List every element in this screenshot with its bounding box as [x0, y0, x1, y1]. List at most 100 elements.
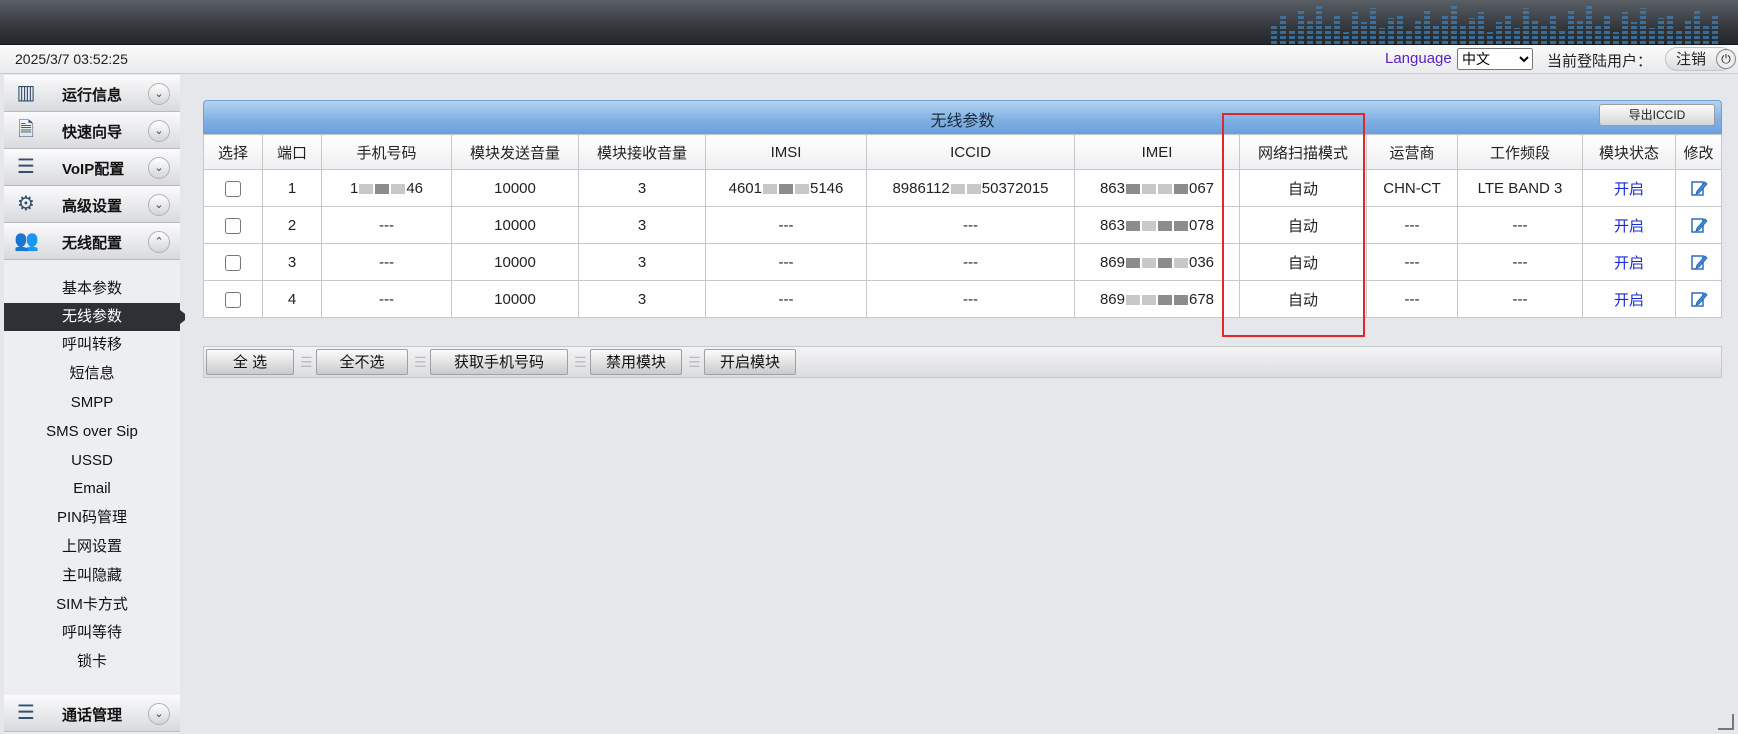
- row-checkbox-cell[interactable]: [203, 243, 263, 281]
- edit-icon[interactable]: [1690, 216, 1708, 234]
- carrier-cell: ---: [1366, 206, 1458, 244]
- edit-cell[interactable]: [1675, 243, 1722, 281]
- action-toolbar: 全 选 ☰ 全不选 ☰ 获取手机号码 ☰ 禁用模块 ☰ 开启模块: [203, 346, 1722, 378]
- chevron-down-icon[interactable]: ⌄: [148, 157, 170, 179]
- panel-header: 无线参数 导出ICCID: [203, 100, 1722, 134]
- main-content: 无线参数 导出ICCID 选择 端口 手机号码 模块发送音量 模块接收音量 IM…: [185, 80, 1738, 734]
- sidebar-item-email[interactable]: Email: [4, 475, 180, 503]
- menu-running-info[interactable]: ▥ 运行信息 ⌄: [4, 75, 180, 112]
- imei-prefix: 863: [1099, 179, 1125, 197]
- edit-cell[interactable]: [1675, 169, 1722, 207]
- edit-cell[interactable]: [1675, 206, 1722, 244]
- port-cell: 4: [262, 280, 322, 318]
- module-state-cell[interactable]: 开启: [1582, 243, 1676, 281]
- select-all-button[interactable]: 全 选: [206, 349, 294, 375]
- sidebar-item-basic-params[interactable]: 基本参数: [4, 275, 180, 303]
- iccid-cell: 8986112 50372015: [866, 169, 1075, 207]
- scan-mode-cell: 自动: [1239, 206, 1367, 244]
- imei-cell: 869 036: [1074, 243, 1240, 281]
- sidebar-item-sms[interactable]: 短信息: [4, 360, 180, 388]
- chevron-up-icon[interactable]: ⌃: [148, 231, 170, 253]
- menu-quick-guide[interactable]: 🗎 快速向导 ⌄: [4, 112, 180, 149]
- menu-wireless-config[interactable]: 👥 无线配置 ⌃: [4, 223, 180, 260]
- sidebar-item-smpp[interactable]: SMPP: [4, 389, 180, 417]
- masked-block: [1174, 220, 1188, 231]
- masked-block: [1126, 183, 1140, 194]
- phone-cell: ---: [321, 280, 452, 318]
- masked-block: [1142, 257, 1156, 268]
- language-select[interactable]: 中文: [1457, 48, 1533, 70]
- menu-call-management[interactable]: ☰ 通话管理 ⌄: [4, 695, 180, 732]
- chevron-down-icon[interactable]: ⌄: [148, 120, 170, 142]
- sidebar-item-pin[interactable]: PIN码管理: [4, 504, 180, 532]
- toolbar-separator: ☰: [688, 354, 701, 370]
- masked-block: [1142, 294, 1156, 305]
- sidebar-item-sms-over-sip[interactable]: SMS over Sip: [4, 418, 180, 446]
- table-row: 4 --- 10000 3 --- --- 869 678 自动 --- --- …: [203, 280, 1722, 318]
- menu-label: VoIP配置: [62, 161, 125, 178]
- chevron-down-icon[interactable]: ⌄: [148, 83, 170, 105]
- toolbar-separator: ☰: [300, 354, 313, 370]
- document-icon: 🗎: [17, 119, 35, 141]
- gear-icon: ⚙: [17, 193, 35, 215]
- power-icon[interactable]: ⏻: [1716, 49, 1736, 69]
- enable-module-button[interactable]: 开启模块: [704, 349, 796, 375]
- sidebar-item-lock-card[interactable]: 锁卡: [4, 648, 180, 676]
- sidebar-item-call-forward[interactable]: 呼叫转移: [4, 331, 180, 359]
- row-checkbox-cell[interactable]: [203, 206, 263, 244]
- masked-block: [1126, 257, 1140, 268]
- masked-block: [391, 183, 406, 194]
- sidebar-item-wireless-params[interactable]: 无线参数: [4, 303, 189, 331]
- imei-prefix: 869: [1099, 290, 1125, 308]
- module-state-cell[interactable]: 开启: [1582, 280, 1676, 318]
- chevron-down-icon[interactable]: ⌄: [148, 703, 170, 725]
- masked-block: [950, 183, 965, 194]
- select-none-button[interactable]: 全不选: [316, 349, 408, 375]
- row-checkbox-cell[interactable]: [203, 169, 263, 207]
- export-iccid-button[interactable]: 导出ICCID: [1599, 104, 1715, 126]
- imei-suffix: 067: [1189, 179, 1215, 197]
- scan-mode-cell: 自动: [1239, 280, 1367, 318]
- resize-grip-icon[interactable]: [1718, 714, 1734, 730]
- row-checkbox[interactable]: [225, 254, 241, 271]
- disable-module-button[interactable]: 禁用模块: [590, 349, 682, 375]
- sidebar-item-caller-hide[interactable]: 主叫隐藏: [4, 562, 180, 590]
- row-checkbox-cell[interactable]: [203, 280, 263, 318]
- sidebar-item-internet[interactable]: 上网设置: [4, 533, 180, 561]
- row-checkbox[interactable]: [225, 291, 241, 308]
- menu-label: 通话管理: [62, 707, 123, 724]
- col-iccid: ICCID: [866, 134, 1075, 170]
- sidebar-item-sim-mode[interactable]: SIM卡方式: [4, 591, 180, 619]
- masked-block: [1158, 183, 1172, 194]
- tx-volume-cell: 10000: [451, 243, 579, 281]
- masked-block: [1174, 183, 1188, 194]
- masked-block: [779, 183, 793, 194]
- port-cell: 2: [262, 206, 322, 244]
- edit-cell[interactable]: [1675, 280, 1722, 318]
- module-state-cell[interactable]: 开启: [1582, 169, 1676, 207]
- edit-icon[interactable]: [1690, 290, 1708, 308]
- sidebar-item-call-waiting[interactable]: 呼叫等待: [4, 619, 180, 647]
- row-checkbox[interactable]: [225, 217, 241, 234]
- col-port: 端口: [262, 134, 322, 170]
- band-cell: LTE BAND 3: [1457, 169, 1583, 207]
- chevron-down-icon[interactable]: ⌄: [148, 194, 170, 216]
- masked-block: [1142, 183, 1156, 194]
- menu-advanced-settings[interactable]: ⚙ 高级设置 ⌄: [4, 186, 180, 223]
- imei-suffix: 036: [1189, 253, 1215, 271]
- imsi-prefix: 4601: [728, 179, 762, 197]
- menu-voip-config[interactable]: ☰ VoIP配置 ⌄: [4, 149, 180, 186]
- iccid-prefix: 8986112: [892, 179, 950, 197]
- imsi-cell: ---: [705, 280, 867, 318]
- module-state-cell[interactable]: 开启: [1582, 206, 1676, 244]
- row-checkbox[interactable]: [225, 180, 241, 197]
- users-icon: 👥: [14, 230, 39, 252]
- equalizer-decoration: [1271, 4, 1718, 44]
- edit-icon[interactable]: [1690, 179, 1708, 197]
- get-phone-number-button[interactable]: 获取手机号码: [430, 349, 568, 375]
- sidebar-item-ussd[interactable]: USSD: [4, 447, 180, 475]
- masked-block: [1126, 294, 1140, 305]
- table-row: 1 1 46 10000 3 4601 5146 8986112 50372015 8…: [203, 169, 1722, 207]
- edit-icon[interactable]: [1690, 253, 1708, 271]
- imei-prefix: 869: [1099, 253, 1125, 271]
